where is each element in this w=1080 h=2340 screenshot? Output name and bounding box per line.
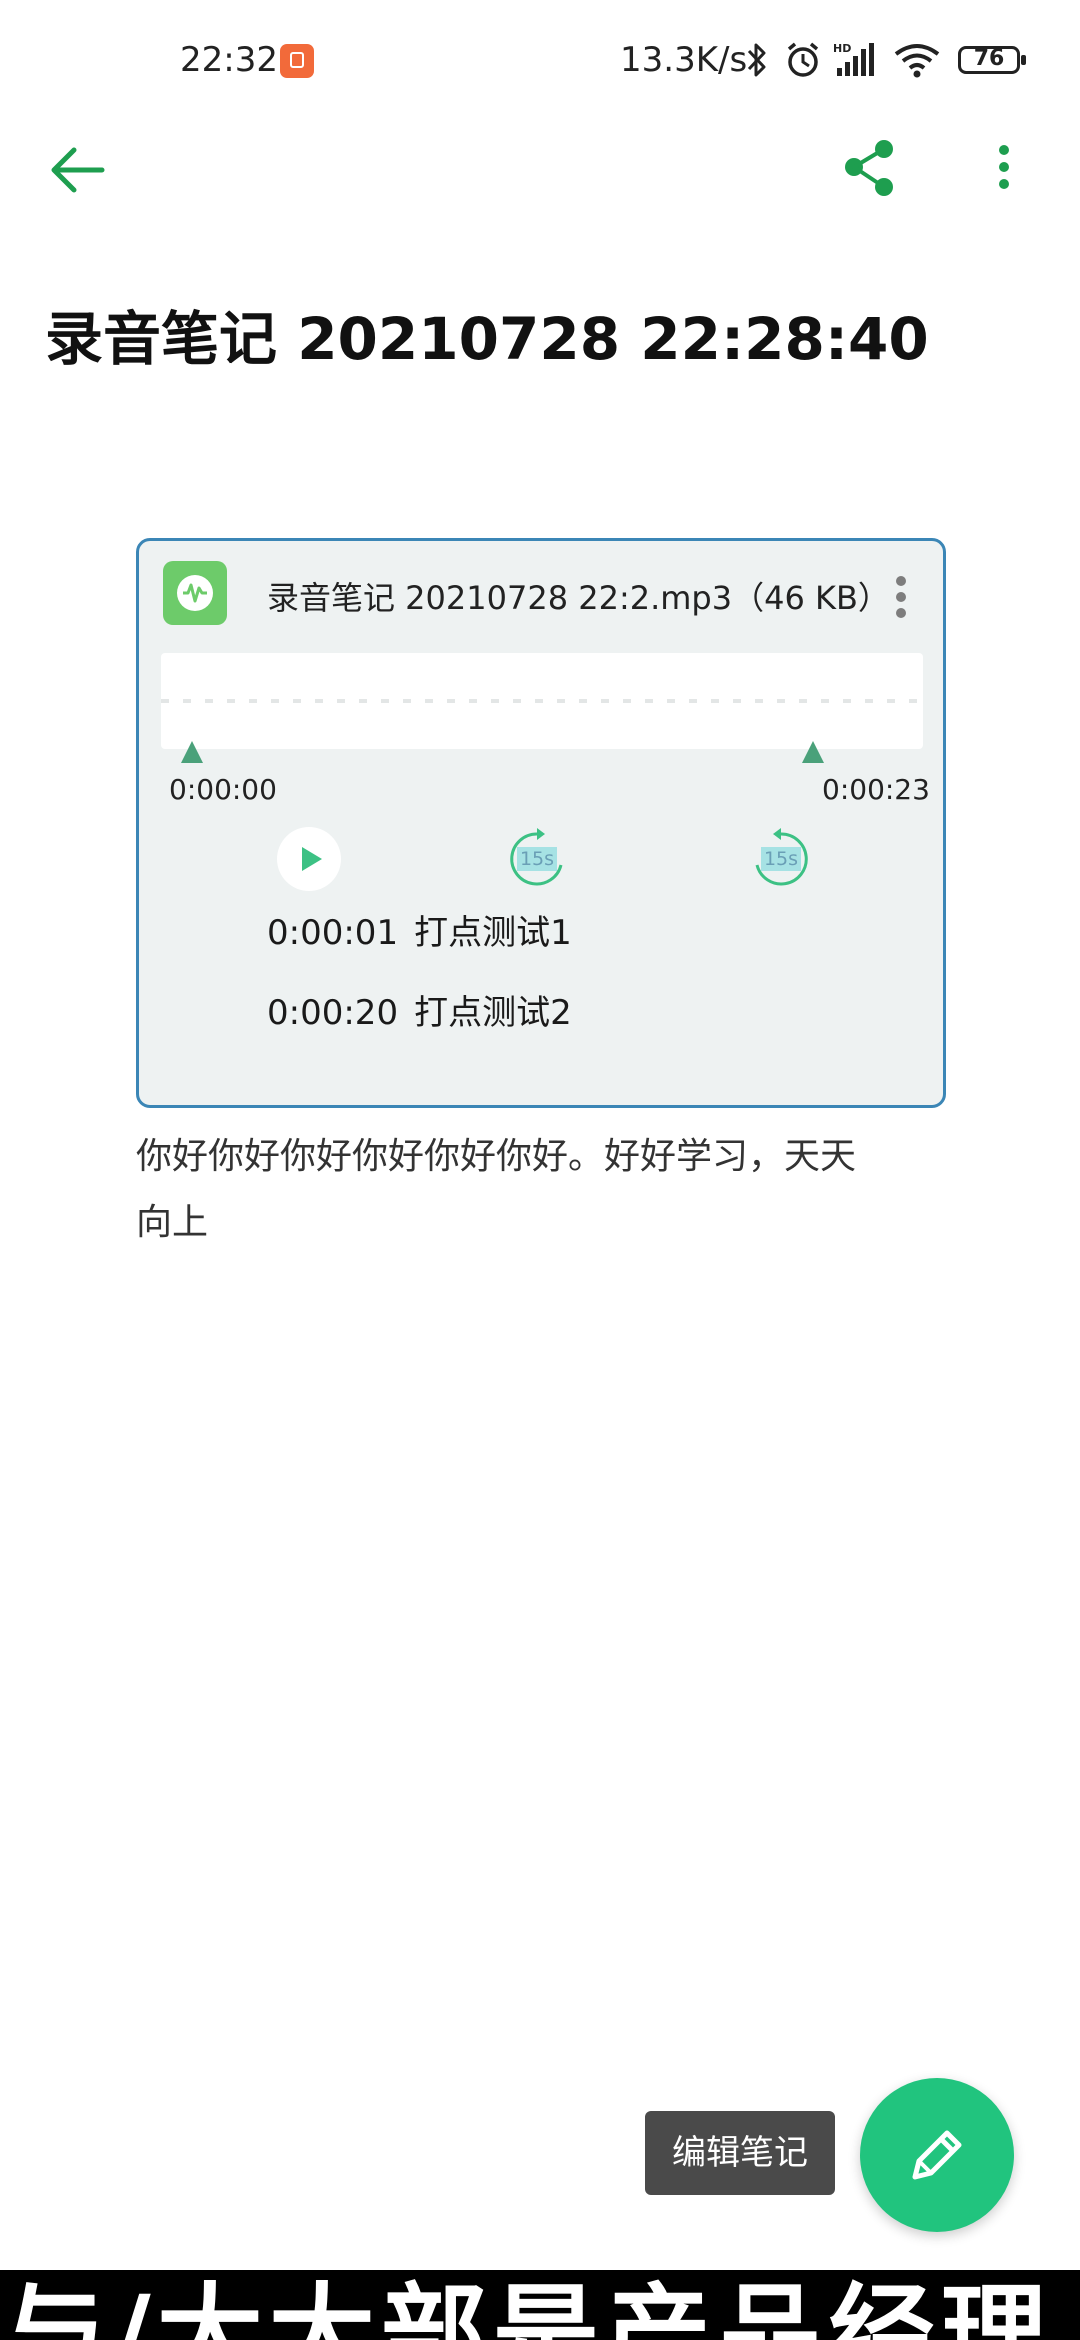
wifi-icon bbox=[893, 40, 941, 84]
audio-start-time: 0:00:00 bbox=[169, 773, 277, 806]
audio-attachment-card: 录音笔记 20210728 22:2.mp3（46 KB） 0:00:00 0:… bbox=[136, 538, 946, 1108]
bluetooth-icon bbox=[745, 40, 769, 84]
more-vertical-icon bbox=[896, 576, 906, 618]
rewind-15s-button[interactable]: 15s bbox=[503, 825, 571, 893]
audio-waveform[interactable] bbox=[161, 653, 923, 749]
battery-icon: 76 bbox=[958, 46, 1026, 74]
network-speed: 13.3K/s bbox=[620, 40, 748, 80]
start-marker-icon[interactable] bbox=[181, 741, 203, 763]
edit-note-tooltip: 编辑笔记 bbox=[645, 2111, 835, 2195]
audio-file-icon bbox=[163, 561, 227, 625]
audio-filename: 录音笔记 20210728 22:2.mp3（46 KB） bbox=[267, 579, 890, 617]
bookmark-time: 0:00:01 bbox=[267, 913, 399, 953]
bookmark-label: 打点测试2 bbox=[414, 993, 572, 1033]
forward-15s-button[interactable]: 15s bbox=[747, 825, 815, 893]
status-time: 22:32 bbox=[180, 40, 278, 80]
svg-text:HD: HD bbox=[833, 42, 851, 55]
status-bar: 22:32 13.3K/s HD 76 bbox=[0, 0, 1080, 120]
audio-wave-icon bbox=[177, 575, 213, 611]
forward-label: 15s bbox=[761, 847, 801, 871]
caption-text: 与/大大部是产品经理 bbox=[0, 2273, 1053, 2340]
note-body-line: 向上 bbox=[136, 1202, 209, 1243]
edit-note-fab[interactable] bbox=[860, 2078, 1014, 2232]
more-options-button[interactable] bbox=[980, 130, 1028, 210]
alarm-icon bbox=[783, 40, 823, 84]
note-title: 录音笔记 20210728 22:28:40 bbox=[45, 305, 929, 373]
arrow-left-icon bbox=[51, 147, 105, 193]
bookmark-item[interactable]: 0:00:01 打点测试1 bbox=[267, 905, 572, 954]
pencil-icon bbox=[912, 2130, 962, 2180]
share-button[interactable] bbox=[830, 130, 910, 210]
play-button[interactable] bbox=[277, 827, 341, 891]
share-icon bbox=[845, 140, 893, 196]
hd-signal-icon: HD bbox=[833, 40, 883, 84]
note-body[interactable]: 你好你好你好你好你好你好。好好学习，天天 向上 bbox=[136, 1124, 946, 1256]
play-icon bbox=[302, 847, 322, 871]
battery-level: 76 bbox=[973, 46, 1005, 71]
note-body-line: 你好你好你好你好你好你好。好好学习，天天 bbox=[136, 1136, 857, 1177]
note-detail-screen: 22:32 13.3K/s HD 76 录音笔记 20210728 22:28:… bbox=[0, 0, 1080, 2340]
bookmark-item[interactable]: 0:00:20 打点测试2 bbox=[267, 985, 572, 1034]
rewind-label: 15s bbox=[517, 847, 557, 871]
back-button[interactable] bbox=[40, 130, 120, 210]
more-vertical-icon bbox=[999, 145, 1009, 189]
bookmark-time: 0:00:20 bbox=[267, 993, 399, 1033]
audio-more-button[interactable] bbox=[881, 569, 921, 625]
bookmark-label: 打点测试1 bbox=[414, 913, 572, 953]
caption-overlay: 与/大大部是产品经理 bbox=[0, 2270, 1080, 2340]
audio-end-time: 0:00:23 bbox=[822, 773, 930, 806]
app-notification-icon bbox=[280, 44, 314, 78]
end-marker-icon[interactable] bbox=[802, 741, 824, 763]
